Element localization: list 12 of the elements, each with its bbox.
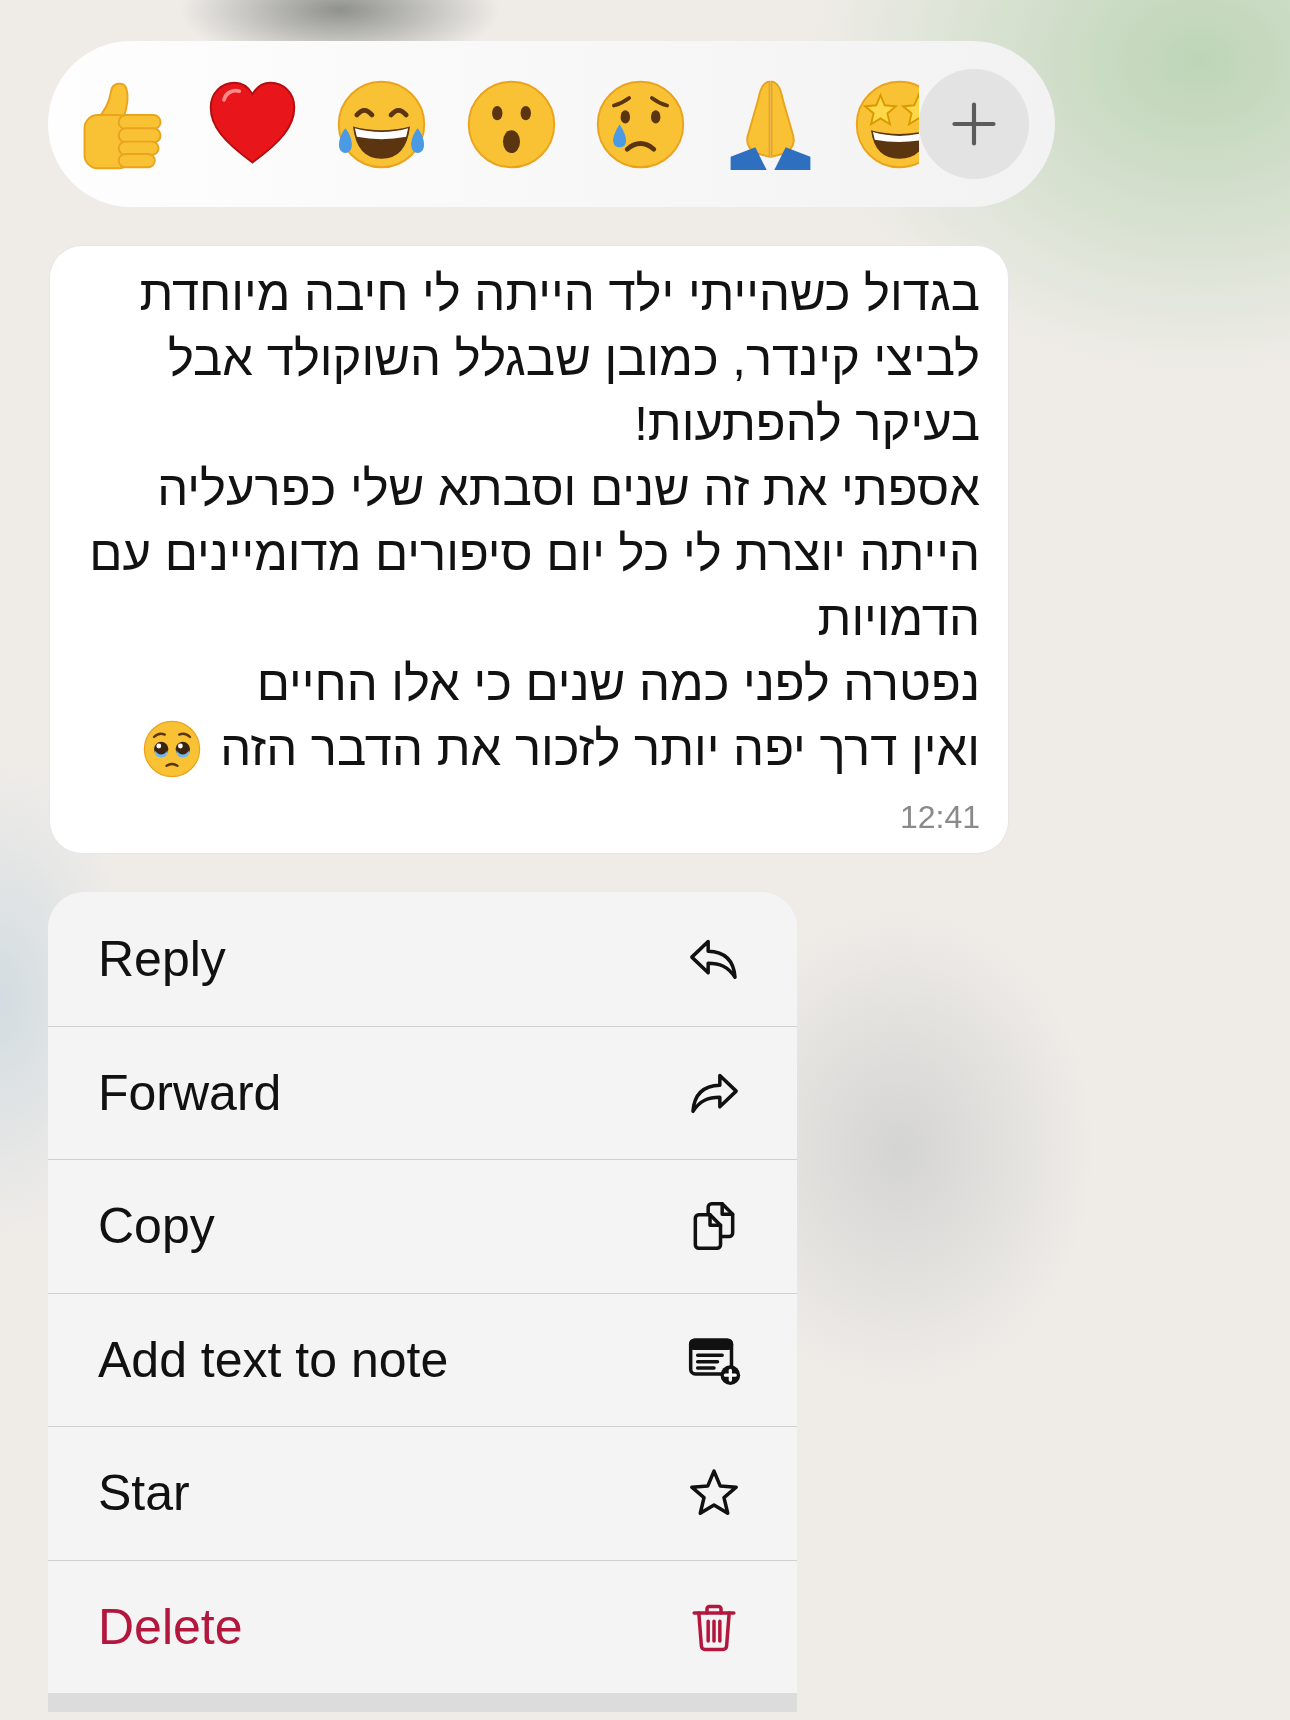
teary-eyed-face-icon [142,718,203,779]
message-text: ואין דרך יפה יותר לזכור את הדבר הזה [220,720,980,777]
message-text: אספתי את זה שנים וסבתא שלי כפרעליה הייתה יוצרת לי כל יום סיפורים מדומיינים עם הדמויות [89,460,980,647]
message-text: בגדול כשהייתי ילד הייתה לי חיבה מיוחדת לביצי קינדר, כמובן שבגלל השוקולד אבל בעיקר להפתעות! [139,265,980,452]
message-time: 12:41 [899,799,980,835]
menu-item[interactable]: Star [48,1426,797,1560]
menu-item[interactable]: Reply [48,892,797,1026]
message-text: נפטרה לפני כמה שנים כי אלו החיים [256,655,980,712]
menu-item[interactable]: Copy [48,1159,797,1293]
plus-icon [950,101,997,147]
menu-item[interactable]: Add text to note [48,1292,797,1426]
menu-item[interactable]: Forward [48,1025,797,1159]
